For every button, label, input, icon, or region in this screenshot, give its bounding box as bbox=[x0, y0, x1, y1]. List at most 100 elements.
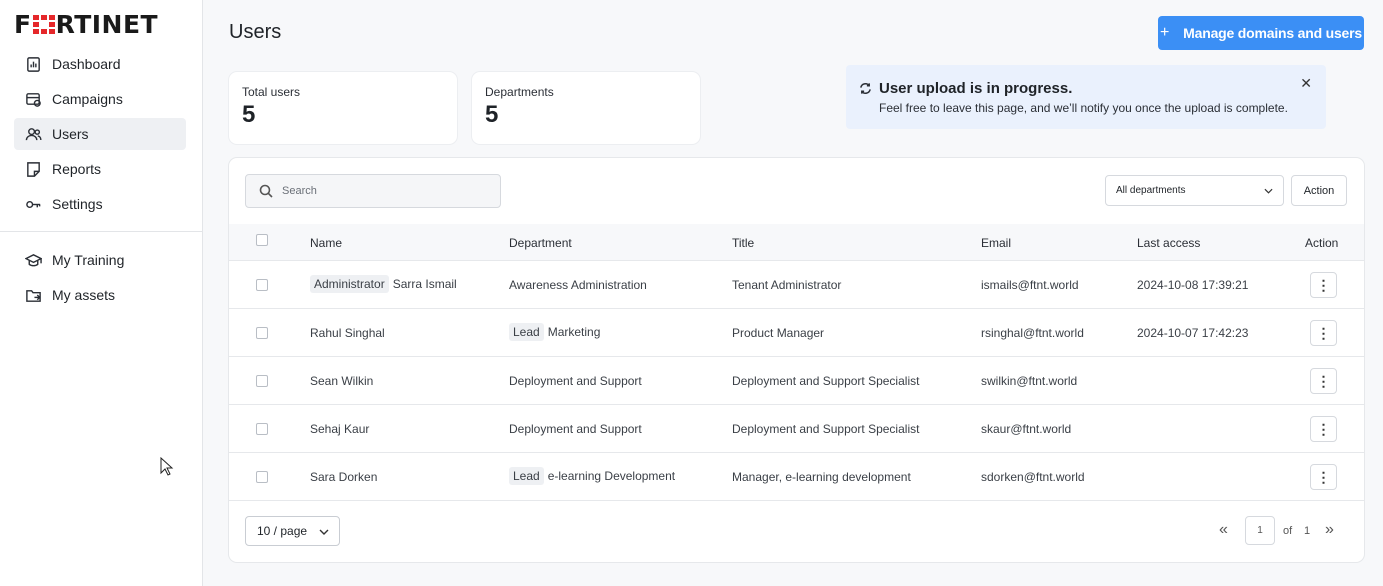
user-name-cell[interactable]: Sara Dorken bbox=[310, 470, 377, 484]
column-header-title[interactable]: Title bbox=[732, 236, 754, 250]
sidebar-item-label: Settings bbox=[52, 196, 103, 212]
column-header-department[interactable]: Department bbox=[509, 236, 572, 250]
title-cell: Product Manager bbox=[732, 326, 825, 340]
user-name-cell[interactable]: Sean Wilkin bbox=[310, 374, 373, 388]
row-checkbox[interactable] bbox=[256, 327, 268, 339]
last-page-icon[interactable]: » bbox=[1325, 521, 1334, 539]
total-users-card: Total users 5 bbox=[229, 72, 457, 144]
last-access-cell: 2024-10-07 17:42:23 bbox=[1137, 326, 1249, 340]
sidebar-item-label: Dashboard bbox=[52, 56, 121, 72]
main-nav: Dashboard Campaigns Users Reports Settin… bbox=[14, 48, 186, 223]
sidebar-item-users[interactable]: Users bbox=[14, 118, 186, 150]
user-name: Rahul Singhal bbox=[310, 326, 385, 340]
banner-text: Feel free to leave this page, and we’ll … bbox=[879, 101, 1288, 115]
user-name: Sarra Ismail bbox=[392, 277, 457, 291]
column-header-email[interactable]: Email bbox=[981, 236, 1011, 250]
table-row[interactable]: Sean Wilkin Deployment and Support Deploym… bbox=[229, 357, 1364, 405]
user-name: Sean Wilkin bbox=[310, 374, 374, 388]
title-cell: Manager, e-learning development bbox=[732, 470, 911, 484]
email-cell: ismails@ftnt.world bbox=[981, 278, 1079, 292]
sidebar-item-reports[interactable]: Reports bbox=[14, 153, 186, 185]
email-cell: skaur@ftnt.world bbox=[981, 422, 1072, 436]
more-vertical-icon: ⋮ bbox=[1316, 469, 1331, 485]
assets-icon bbox=[24, 286, 42, 304]
row-actions-button[interactable]: ⋮ bbox=[1310, 416, 1337, 442]
page-title: Users bbox=[229, 21, 282, 43]
row-actions-button[interactable]: ⋮ bbox=[1310, 272, 1337, 298]
table-row[interactable]: Sehaj Kaur Deployment and Support Deployme… bbox=[229, 405, 1364, 453]
first-page-icon[interactable]: « bbox=[1219, 521, 1228, 539]
email-cell: swilkin@ftnt.world bbox=[981, 374, 1078, 388]
chevron-down-icon bbox=[1264, 188, 1273, 194]
user-name: Sara Dorken bbox=[310, 470, 378, 484]
column-header-action: Action bbox=[1305, 236, 1339, 250]
chevron-down-icon bbox=[319, 529, 329, 535]
sidebar-item-label: My assets bbox=[52, 287, 116, 303]
role-tag: Administrator bbox=[310, 275, 389, 293]
total-users-label: Total users bbox=[242, 85, 301, 99]
users-table-panel: All departments Action Name Department T… bbox=[229, 158, 1364, 562]
user-name-cell[interactable]: Rahul Singhal bbox=[310, 326, 385, 340]
sidebar-item-label: Reports bbox=[52, 161, 102, 177]
user-name-cell[interactable]: Administrator Sarra Ismail bbox=[310, 275, 457, 293]
department-name: e-learning Development bbox=[547, 469, 676, 483]
row-checkbox[interactable] bbox=[256, 375, 268, 387]
manage-domains-label: Manage domains and users bbox=[1183, 25, 1362, 41]
departments-value: 5 bbox=[485, 101, 499, 128]
title-cell: Deployment and Support Specialist bbox=[732, 374, 920, 388]
current-page-input[interactable]: 1 bbox=[1245, 516, 1275, 545]
more-vertical-icon: ⋮ bbox=[1316, 421, 1331, 437]
row-actions-button[interactable]: ⋮ bbox=[1310, 320, 1337, 346]
sidebar-item-campaigns[interactable]: Campaigns bbox=[14, 83, 186, 115]
close-icon[interactable]: ✕ bbox=[1300, 75, 1312, 92]
sidebar-item-dashboard[interactable]: Dashboard bbox=[14, 48, 186, 80]
row-checkbox[interactable] bbox=[256, 279, 268, 291]
dashboard-icon bbox=[24, 55, 42, 73]
logo-grid-icon bbox=[32, 15, 55, 35]
sync-icon bbox=[860, 83, 871, 94]
row-checkbox[interactable] bbox=[256, 423, 268, 435]
sidebar-item-my-training[interactable]: My Training bbox=[14, 244, 186, 276]
page-size-select[interactable]: 10 / page bbox=[245, 516, 340, 546]
search-icon bbox=[259, 184, 273, 198]
department-name: Marketing bbox=[547, 325, 601, 339]
settings-icon bbox=[24, 195, 42, 213]
banner-title: User upload is in progress. bbox=[879, 80, 1073, 97]
training-icon bbox=[24, 251, 42, 269]
users-icon bbox=[24, 125, 42, 143]
manage-domains-button[interactable]: + Manage domains and users bbox=[1158, 16, 1364, 50]
more-vertical-icon: ⋮ bbox=[1316, 373, 1331, 389]
department-name: Deployment and Support bbox=[509, 422, 642, 436]
fortinet-logo[interactable]: F RTINET bbox=[14, 12, 158, 37]
lead-tag: Lead bbox=[509, 467, 544, 485]
last-access-cell: 2024-10-08 17:39:21 bbox=[1137, 278, 1249, 292]
sidebar: F RTINET Dashboard Campaigns Users Repor… bbox=[0, 0, 203, 586]
secondary-nav: My Training My assets bbox=[14, 244, 186, 314]
campaigns-icon bbox=[24, 90, 42, 108]
plus-icon: + bbox=[1160, 24, 1170, 41]
table-row[interactable]: Sara Dorken Lead e-learning Development Man… bbox=[229, 453, 1364, 501]
row-checkbox[interactable] bbox=[256, 471, 268, 483]
sidebar-item-label: Campaigns bbox=[52, 91, 123, 107]
column-header-last-access[interactable]: Last access bbox=[1137, 236, 1200, 250]
reports-icon bbox=[24, 160, 42, 178]
select-all-checkbox[interactable] bbox=[256, 234, 268, 246]
row-actions-button[interactable]: ⋮ bbox=[1310, 368, 1337, 394]
table-row[interactable]: Rahul Singhal Lead Marketing Product Manage… bbox=[229, 309, 1364, 357]
nav-divider bbox=[0, 231, 202, 232]
sidebar-item-label: My Training bbox=[52, 252, 125, 268]
department-filter-select[interactable]: All departments bbox=[1105, 175, 1284, 206]
department-cell: Lead Marketing bbox=[509, 323, 600, 341]
action-button[interactable]: Action bbox=[1291, 175, 1347, 206]
row-actions-button[interactable]: ⋮ bbox=[1310, 464, 1337, 490]
department-cell: Lead e-learning Development bbox=[509, 467, 675, 485]
column-header-name[interactable]: Name bbox=[310, 236, 342, 250]
table-row[interactable]: Administrator Sarra Ismail Awareness Admin… bbox=[229, 261, 1364, 309]
sidebar-item-my-assets[interactable]: My assets bbox=[14, 279, 186, 311]
user-name: Sehaj Kaur bbox=[310, 422, 370, 436]
sidebar-item-settings[interactable]: Settings bbox=[14, 188, 186, 220]
search-input[interactable] bbox=[282, 185, 482, 197]
search-box[interactable] bbox=[245, 174, 501, 208]
department-cell: Deployment and Support bbox=[509, 422, 642, 436]
user-name-cell[interactable]: Sehaj Kaur bbox=[310, 422, 369, 436]
